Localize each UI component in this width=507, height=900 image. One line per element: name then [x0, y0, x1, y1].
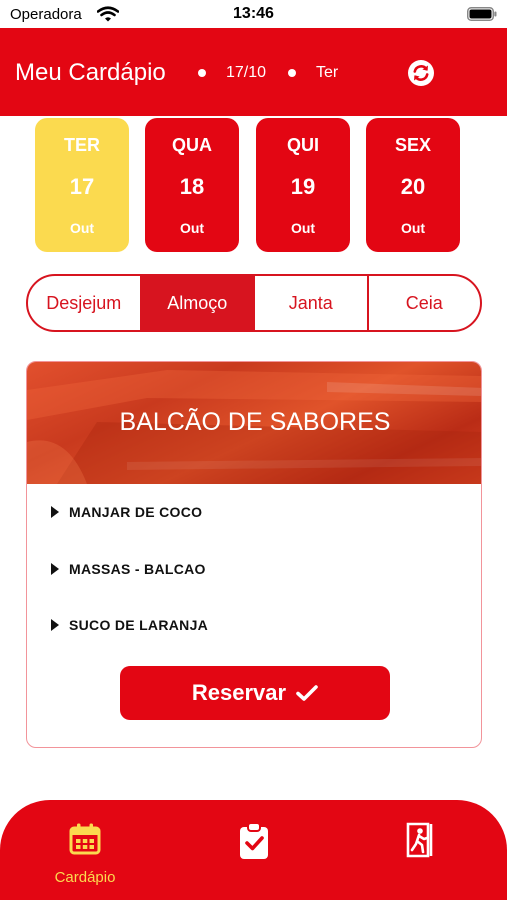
status-time: 13:46: [233, 5, 274, 22]
day-number: 17: [69, 174, 95, 199]
exit-icon: [406, 822, 433, 858]
menu-item-label: MASSAS - BALCAO: [69, 561, 206, 577]
calendar-icon: [69, 823, 101, 855]
tab-exit[interactable]: [361, 800, 481, 900]
station-title: BALCÃO DE SABORES: [119, 408, 391, 436]
status-bar: Operadora 13:46: [0, 0, 507, 28]
day-card-19[interactable]: QUI 19 Out: [256, 118, 350, 252]
day-card-18[interactable]: QUA 18 Out: [145, 118, 239, 252]
app-header: Meu Cardápio 17/10 Ter: [0, 28, 507, 116]
day-month: Out: [290, 220, 316, 236]
header-date: 17/10: [226, 64, 267, 81]
day-abbr: TER: [64, 135, 100, 155]
caret-right-icon: [51, 563, 59, 575]
battery-icon: [467, 7, 497, 21]
day-month: Out: [179, 220, 205, 236]
menu-card: BALCÃO DE SABORES MANJAR DE COCO MASSAS …: [26, 361, 482, 748]
header-weekday: Ter: [316, 64, 339, 81]
meal-tabs: Desjejum Almoço Janta Ceia: [26, 274, 482, 332]
tab-label: Cardápio: [54, 869, 116, 886]
bottom-tab-bar: Cardápio: [0, 800, 507, 900]
clipboard-check-icon: [240, 822, 268, 859]
day-abbr: QUA: [172, 135, 212, 155]
day-number: 18: [179, 174, 205, 199]
list-item[interactable]: MASSAS - BALCAO: [51, 559, 206, 579]
day-abbr: QUI: [286, 135, 319, 155]
tab-almoco[interactable]: Almoço: [139, 276, 253, 330]
day-month: Out: [400, 220, 426, 236]
caret-right-icon: [51, 619, 59, 631]
refresh-icon[interactable]: [406, 58, 436, 88]
tab-cardapio[interactable]: Cardápio: [25, 800, 145, 900]
tab-desjejum[interactable]: Desjejum: [28, 276, 140, 330]
check-icon: [296, 685, 318, 701]
day-card-20[interactable]: SEX 20 Out: [366, 118, 460, 252]
day-number: 20: [400, 174, 426, 199]
separator-dot: [198, 69, 206, 77]
day-card-17[interactable]: TER 17 Out: [35, 118, 129, 252]
day-number: 19: [290, 174, 316, 199]
tab-reservations[interactable]: [194, 800, 314, 900]
list-item[interactable]: MANJAR DE COCO: [51, 502, 202, 522]
menu-item-label: MANJAR DE COCO: [69, 504, 203, 520]
tab-janta[interactable]: Janta: [253, 276, 367, 330]
separator-dot: [288, 69, 296, 77]
day-abbr: SEX: [394, 135, 432, 155]
tab-ceia[interactable]: Ceia: [366, 276, 481, 330]
caret-right-icon: [51, 506, 59, 518]
reserve-button[interactable]: Reservar: [120, 666, 390, 720]
day-month: Out: [69, 220, 95, 236]
reserve-label: Reservar: [191, 680, 287, 705]
app-title: Meu Cardápio: [15, 59, 166, 86]
menu-item-label: SUCO DE LARANJA: [69, 617, 209, 633]
list-item[interactable]: SUCO DE LARANJA: [51, 615, 208, 635]
station-banner: BALCÃO DE SABORES: [27, 362, 481, 484]
